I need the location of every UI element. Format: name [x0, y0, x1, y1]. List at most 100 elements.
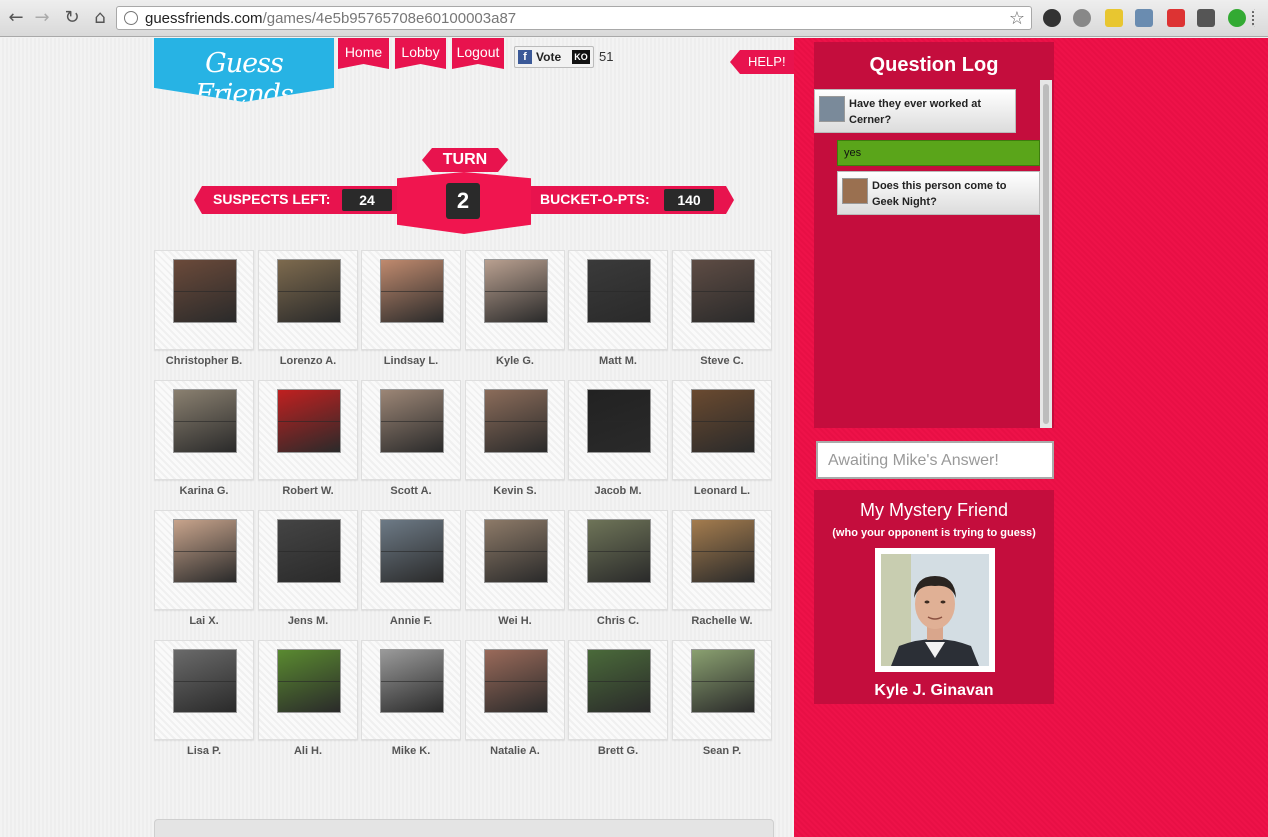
suspect-card[interactable]: Robert W. — [258, 380, 358, 502]
suspect-photo[interactable] — [277, 389, 341, 453]
suspect-card[interactable]: Matt M. — [568, 250, 668, 372]
back-arrow-icon[interactable]: ← — [6, 8, 26, 28]
suspect-card[interactable]: Lindsay L. — [361, 250, 461, 372]
home-icon[interactable]: ⌂ — [90, 8, 110, 28]
suspect-photo[interactable] — [173, 389, 237, 453]
suspect-photo[interactable] — [484, 519, 548, 583]
github-extension-icon[interactable] — [1043, 9, 1061, 27]
nav-home[interactable]: Home — [338, 38, 389, 69]
facebook-vote-button[interactable]: f Vote KO — [514, 46, 594, 68]
suspect-frame — [154, 510, 254, 610]
vote-label: Vote — [536, 50, 562, 64]
star-icon[interactable]: ☆ — [1009, 8, 1025, 29]
suspect-frame — [672, 640, 772, 740]
vote-count: 51 — [599, 49, 614, 64]
mystery-friend-name: Kyle J. Ginavan — [874, 682, 994, 699]
suspect-name: Lorenzo A. — [279, 355, 337, 367]
suspect-card[interactable]: Natalie A. — [465, 640, 565, 762]
suspect-photo[interactable] — [277, 259, 341, 323]
menu-icon[interactable] — [1252, 9, 1258, 27]
suspect-name: Kyle G. — [496, 355, 534, 367]
suspect-frame — [568, 250, 668, 350]
suspect-frame — [465, 510, 565, 610]
scrollbar-thumb[interactable] — [1043, 84, 1049, 424]
suspect-card[interactable]: Lai X. — [154, 510, 254, 632]
suspect-frame — [258, 510, 358, 610]
suspect-photo[interactable] — [277, 649, 341, 713]
mystery-friend-photo — [875, 548, 995, 672]
suspect-name: Leonard L. — [693, 485, 751, 497]
suspect-photo[interactable] — [587, 519, 651, 583]
suspect-photo[interactable] — [484, 649, 548, 713]
nav-lobby[interactable]: Lobby — [395, 38, 446, 69]
suspect-card[interactable]: Mike K. — [361, 640, 461, 762]
reload-icon[interactable]: ↻ — [62, 8, 82, 28]
suspect-card[interactable]: Annie F. — [361, 510, 461, 632]
sidebar: Question Log Have they ever worked at Ce… — [794, 38, 1268, 837]
suspect-card[interactable]: Scott A. — [361, 380, 461, 502]
suspect-card[interactable]: Chris C. — [568, 510, 668, 632]
suspect-photo[interactable] — [380, 259, 444, 323]
help-button[interactable]: HELP! — [730, 50, 794, 74]
suspects-left-label: SUSPECTS LEFT: — [213, 191, 331, 207]
suspect-name: Lai X. — [189, 615, 219, 627]
suspect-photo[interactable] — [173, 519, 237, 583]
suspect-card[interactable]: Wei H. — [465, 510, 565, 632]
suspect-photo[interactable] — [173, 649, 237, 713]
forward-arrow-icon[interactable]: → — [32, 8, 52, 28]
suspect-photo[interactable] — [587, 649, 651, 713]
suspect-name: Lindsay L. — [383, 355, 439, 367]
gear-extension-icon[interactable] — [1073, 9, 1091, 27]
suspect-frame — [672, 380, 772, 480]
suspect-card[interactable]: Lorenzo A. — [258, 250, 358, 372]
suspect-photo[interactable] — [691, 519, 755, 583]
suspect-card[interactable]: Leonard L. — [672, 380, 772, 502]
suspect-frame — [361, 380, 461, 480]
recycle-extension-icon[interactable] — [1228, 9, 1246, 27]
suspect-photo[interactable] — [380, 519, 444, 583]
suspect-photo[interactable] — [691, 259, 755, 323]
suspect-photo[interactable] — [587, 259, 651, 323]
suspect-card[interactable]: Lisa P. — [154, 640, 254, 762]
answer-item: yes — [837, 140, 1040, 166]
suspect-name: Kevin S. — [493, 485, 537, 497]
suspects-left-value: 24 — [342, 189, 392, 211]
suspect-card[interactable]: Jens M. — [258, 510, 358, 632]
suspect-card[interactable]: Karina G. — [154, 380, 254, 502]
tag-extension-icon[interactable] — [1197, 9, 1215, 27]
mail-extension-icon[interactable] — [1167, 9, 1185, 27]
awaiting-answer-field: Awaiting Mike's Answer! — [816, 441, 1054, 479]
suspect-name: Sean P. — [702, 745, 742, 757]
note-extension-icon[interactable] — [1105, 9, 1123, 27]
question-item: Does this person come to Geek Night? — [837, 171, 1040, 215]
suspect-photo[interactable] — [484, 259, 548, 323]
person-portrait-icon — [881, 554, 989, 666]
suspect-card[interactable]: Ali H. — [258, 640, 358, 762]
suspect-card[interactable]: Rachelle W. — [672, 510, 772, 632]
nav-logout[interactable]: Logout — [452, 38, 504, 69]
suspect-photo[interactable] — [587, 389, 651, 453]
suspect-photo[interactable] — [380, 389, 444, 453]
suspect-name: Brett G. — [597, 745, 639, 757]
suspect-photo[interactable] — [277, 519, 341, 583]
eyedropper-extension-icon[interactable] — [1135, 9, 1153, 27]
suspect-photo[interactable] — [380, 649, 444, 713]
suspect-card[interactable]: Jacob M. — [568, 380, 668, 502]
suspect-card[interactable]: Kevin S. — [465, 380, 565, 502]
suspect-frame — [672, 510, 772, 610]
suspect-frame — [361, 510, 461, 610]
question-log: Question Log Have they ever worked at Ce… — [814, 42, 1054, 428]
suspect-card[interactable]: Brett G. — [568, 640, 668, 762]
suspect-photo[interactable] — [173, 259, 237, 323]
suspect-photo[interactable] — [691, 389, 755, 453]
suspect-card[interactable]: Sean P. — [672, 640, 772, 762]
address-bar[interactable]: guessfriends.com/games/4e5b95765708e6010… — [116, 6, 1032, 30]
suspect-card[interactable]: Christopher B. — [154, 250, 254, 372]
suspect-photo[interactable] — [691, 649, 755, 713]
facebook-icon: f — [518, 50, 532, 64]
suspect-photo[interactable] — [484, 389, 548, 453]
suspect-card[interactable]: Kyle G. — [465, 250, 565, 372]
suspect-card[interactable]: Steve C. — [672, 250, 772, 372]
browser-toolbar: ← → ↻ ⌂ guessfriends.com/games/4e5b95765… — [0, 0, 1268, 37]
logo[interactable]: Guess Friends — [154, 38, 334, 102]
